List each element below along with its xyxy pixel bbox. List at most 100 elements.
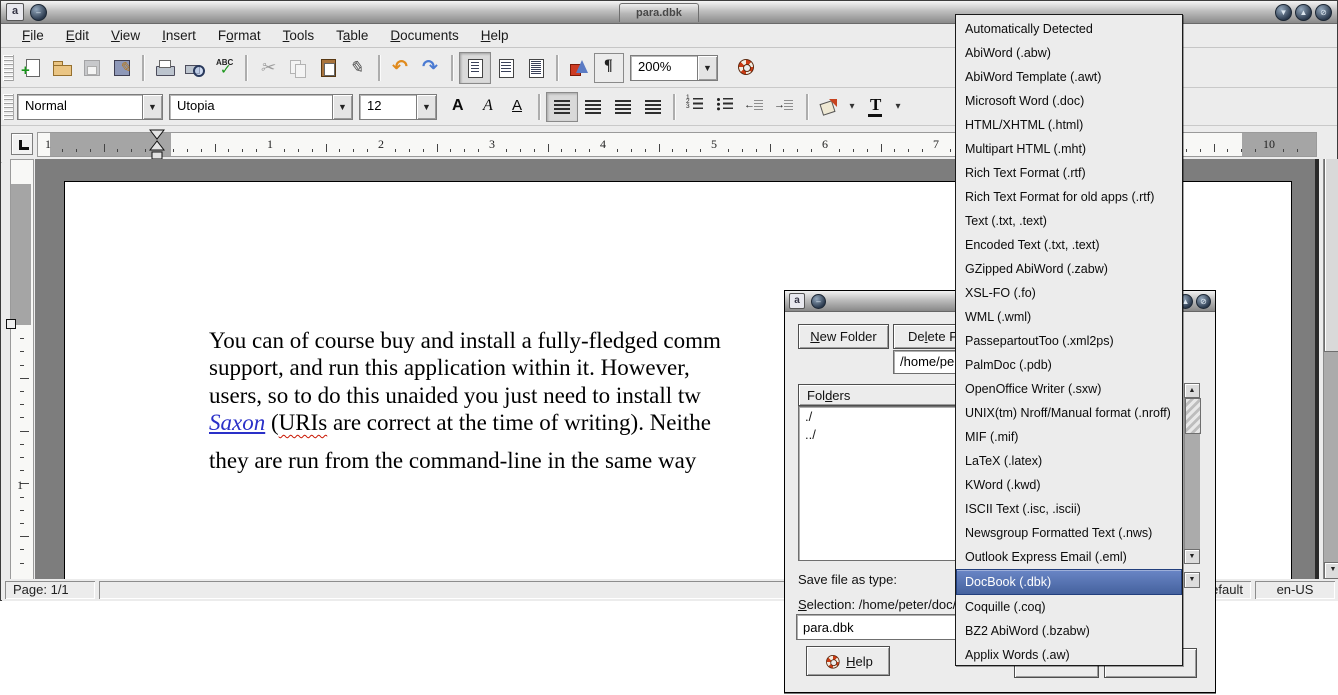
- style-dropdown-arrow-icon[interactable]: ▼: [143, 94, 163, 120]
- file-type-option[interactable]: WML (.wml): [956, 305, 1182, 329]
- menu-documents[interactable]: Documents: [379, 26, 469, 45]
- zoom-page-button[interactable]: [564, 53, 594, 83]
- file-type-option[interactable]: XSL-FO (.fo): [956, 281, 1182, 305]
- cut-button[interactable]: [253, 53, 283, 83]
- highlight-color-button[interactable]: [814, 93, 844, 121]
- file-type-option[interactable]: GZipped AbiWord (.zabw): [956, 257, 1182, 281]
- font-size-dropdown-arrow-icon[interactable]: ▼: [417, 94, 437, 120]
- file-type-option[interactable]: AbiWord (.abw): [956, 41, 1182, 65]
- stylus-button[interactable]: [343, 53, 373, 83]
- document-text-line[interactable]: they are run from the command-line in th…: [209, 448, 696, 474]
- file-type-option[interactable]: Encoded Text (.txt, .text): [956, 233, 1182, 257]
- align-justify-button[interactable]: [638, 93, 668, 121]
- style-combobox[interactable]: Normal ▼: [17, 94, 163, 120]
- scrollbar-thumb[interactable]: [1324, 159, 1338, 352]
- menu-tools[interactable]: Tools: [272, 26, 326, 45]
- view-print-button[interactable]: [521, 53, 551, 83]
- numbered-list-button[interactable]: [681, 93, 711, 121]
- bulleted-list-button[interactable]: [711, 93, 741, 121]
- font-color-button[interactable]: [860, 93, 890, 121]
- files-scrollbar-thumb[interactable]: [1185, 398, 1201, 434]
- bold-button[interactable]: [443, 93, 473, 121]
- file-type-option[interactable]: PassepartoutToo (.xml2ps): [956, 329, 1182, 353]
- font-value[interactable]: Utopia: [169, 94, 333, 120]
- formatting-marks-button[interactable]: [594, 53, 624, 83]
- file-type-option[interactable]: Multipart HTML (.mht): [956, 137, 1182, 161]
- file-type-option[interactable]: Coquille (.coq): [956, 595, 1182, 619]
- file-type-option[interactable]: Rich Text Format for old apps (.rtf): [956, 185, 1182, 209]
- underline-button[interactable]: [503, 93, 533, 121]
- scroll-down-icon[interactable]: ▼: [1324, 562, 1338, 579]
- files-scroll-up-icon[interactable]: ▲: [1184, 383, 1200, 398]
- font-size-value[interactable]: 12: [359, 94, 417, 120]
- undo-button[interactable]: [386, 53, 416, 83]
- new-document-button[interactable]: [17, 53, 47, 83]
- folder-item[interactable]: ../: [799, 425, 957, 443]
- style-value[interactable]: Normal: [17, 94, 143, 120]
- vertical-margin-marker[interactable]: [6, 319, 16, 329]
- file-type-option[interactable]: PalmDoc (.pdb): [956, 353, 1182, 377]
- vertical-ruler[interactable]: 1: [10, 159, 34, 579]
- file-type-option[interactable]: Newsgroup Formatted Text (.nws): [956, 521, 1182, 545]
- document-text-line[interactable]: users, so to do this unaided you just ne…: [209, 383, 701, 409]
- tab-stop-selector-button[interactable]: [11, 133, 33, 155]
- file-type-option[interactable]: LaTeX (.latex): [956, 449, 1182, 473]
- zoom-value[interactable]: 200%: [630, 55, 698, 81]
- folders-column-header[interactable]: Folders: [798, 384, 958, 406]
- menu-format[interactable]: Format: [207, 26, 272, 45]
- file-type-option[interactable]: MIF (.mif): [956, 425, 1182, 449]
- document-text-line[interactable]: support, and run this application within…: [209, 355, 690, 381]
- menu-edit[interactable]: Edit: [55, 26, 100, 45]
- print-preview-button[interactable]: [180, 53, 210, 83]
- dialog-window-menu-button[interactable]: –: [811, 294, 826, 309]
- font-size-combobox[interactable]: 12 ▼: [359, 94, 437, 120]
- file-type-option-selected[interactable]: DocBook (.dbk): [956, 569, 1182, 595]
- indent-marker[interactable]: [149, 129, 165, 161]
- view-normal-button[interactable]: [459, 52, 491, 84]
- minimize-button[interactable]: ▼: [1275, 4, 1292, 21]
- save-as-button[interactable]: [107, 53, 137, 83]
- file-type-option[interactable]: HTML/XHTML (.html): [956, 113, 1182, 137]
- window-menu-button[interactable]: –: [30, 4, 47, 21]
- file-type-option[interactable]: UNIX(tm) Nroff/Manual format (.nroff): [956, 401, 1182, 425]
- file-type-option[interactable]: ISCII Text (.isc, .iscii): [956, 497, 1182, 521]
- file-type-option[interactable]: Outlook Express Email (.eml): [956, 545, 1182, 569]
- file-type-option[interactable]: AbiWord Template (.awt): [956, 65, 1182, 89]
- align-right-button[interactable]: [608, 93, 638, 121]
- folders-list[interactable]: ./../: [798, 406, 958, 561]
- view-web-button[interactable]: [491, 53, 521, 83]
- open-button[interactable]: [47, 53, 77, 83]
- file-type-option[interactable]: Microsoft Word (.doc): [956, 89, 1182, 113]
- copy-button[interactable]: [283, 53, 313, 83]
- menu-file[interactable]: File: [11, 26, 55, 45]
- hyperlink-saxon[interactable]: Saxon: [209, 410, 265, 435]
- file-type-option[interactable]: Automatically Detected: [956, 17, 1182, 41]
- menu-insert[interactable]: Insert: [151, 26, 207, 45]
- help-button-dialog[interactable]: Help: [806, 646, 890, 676]
- increase-indent-button[interactable]: [771, 93, 801, 121]
- highlight-color-arrow[interactable]: ▾: [844, 93, 860, 121]
- decrease-indent-button[interactable]: [741, 93, 771, 121]
- paste-button[interactable]: [313, 53, 343, 83]
- save-button[interactable]: [77, 53, 107, 83]
- print-button[interactable]: [150, 53, 180, 83]
- file-type-option[interactable]: OpenOffice Writer (.sxw): [956, 377, 1182, 401]
- filename-input[interactable]: para.dbk: [796, 614, 966, 640]
- file-type-option[interactable]: BZ2 AbiWord (.bzabw): [956, 619, 1182, 643]
- files-scroll-down-icon[interactable]: ▼: [1184, 549, 1200, 564]
- zoom-combobox[interactable]: 200% ▼: [630, 55, 718, 81]
- align-center-button[interactable]: [578, 93, 608, 121]
- document-text-line[interactable]: You can of course buy and install a full…: [209, 328, 721, 354]
- file-type-option[interactable]: KWord (.kwd): [956, 473, 1182, 497]
- file-type-option[interactable]: Rich Text Format (.rtf): [956, 161, 1182, 185]
- menu-table[interactable]: Table: [325, 26, 379, 45]
- language-indicator[interactable]: en-US: [1255, 581, 1335, 599]
- toolbar-grip[interactable]: [3, 94, 14, 120]
- document-text-line[interactable]: Saxon (URIs are correct at the time of w…: [209, 410, 711, 436]
- file-type-dropdown-arrow-icon[interactable]: ▼: [1184, 572, 1200, 588]
- font-combobox[interactable]: Utopia ▼: [169, 94, 353, 120]
- spellcheck-button[interactable]: [210, 53, 240, 83]
- toolbar-grip[interactable]: [3, 55, 14, 81]
- maximize-button[interactable]: ▲: [1295, 4, 1312, 21]
- italic-button[interactable]: [473, 93, 503, 121]
